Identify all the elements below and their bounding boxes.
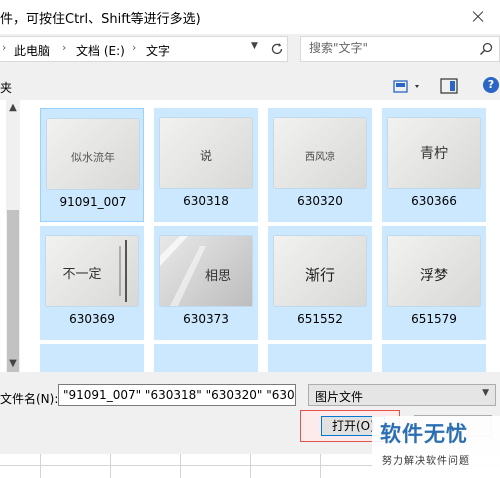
refresh-button[interactable] [267,39,287,59]
search-icon [479,42,493,56]
thumbnail-caption: 浮梦 [420,268,448,284]
new-folder-label[interactable]: 夹 [0,79,12,96]
file-item[interactable]: 不一定 630369 [40,226,144,340]
address-bar[interactable]: › 此电脑 › 文档 (E:) › 文字 ▼ [0,36,288,62]
file-item[interactable] [382,344,486,372]
image-thumbnail: 渐行 [274,236,366,306]
image-thumbnail: 似水流年 [47,119,139,189]
chevron-down-icon[interactable]: ▼ [251,41,258,51]
filename-field[interactable] [58,384,296,406]
scroll-up-icon[interactable]: ▲ [7,102,19,113]
breadcrumb-this-pc[interactable]: 此电脑 [14,42,50,59]
file-item[interactable]: 青柠 630366 [382,108,486,222]
file-name: 651552 [297,312,343,326]
dialog-title: 件，可按住Ctrl、Shift等进行多选) [0,12,201,27]
breadcrumb-documents[interactable]: 文档 (E:) [76,42,125,59]
navigation-scrollbar[interactable]: ▲ ▼ [6,100,20,404]
file-item[interactable] [154,344,258,372]
image-thumbnail: 相思 [160,236,252,306]
chevron-down-icon: ▼ [482,388,489,398]
filename-label: 文件名(N): [0,392,59,406]
scroll-down-icon[interactable]: ▼ [7,358,19,369]
breadcrumb-current-folder[interactable]: 文字 [146,42,170,59]
file-item[interactable]: 说 630318 [154,108,258,222]
file-name: 630318 [183,194,229,208]
image-thumbnail: 不一定 [46,236,138,306]
file-item[interactable]: 似水流年 91091_007 [40,108,144,222]
thumbnail-caption: 西风凉 [305,150,335,163]
view-icon [393,80,419,93]
file-name: 630320 [297,194,343,208]
search-box[interactable] [300,36,500,62]
file-type-select[interactable]: 图片文件 ▼ [308,384,496,406]
image-thumbnail: 西风凉 [274,118,366,188]
file-item[interactable] [268,344,372,372]
thumbnail-caption: 不一定 [62,267,101,282]
toolbar: 夹 ? [0,72,500,100]
thumbnail-caption: 相思 [205,269,231,284]
watermark-logo: 软件无忧 努力解决软件问题 [372,416,500,470]
file-name: 651579 [411,312,457,326]
preview-pane-icon [440,78,458,94]
title-bar: 件，可按住Ctrl、Shift等进行多选) [0,0,500,34]
breadcrumb-separator-icon: › [2,41,7,54]
close-button[interactable] [454,0,500,34]
breadcrumb-separator-icon: › [132,41,137,54]
watermark-title: 软件无忧 [380,422,468,446]
help-icon[interactable]: ? [483,77,499,93]
file-type-value: 图片文件 [315,390,364,404]
preview-pane-button[interactable] [440,78,458,94]
thumbnail-caption: 青柠 [420,146,448,162]
file-name: 630369 [69,312,115,326]
file-item[interactable]: 渐行 651552 [268,226,372,340]
file-item[interactable]: 浮梦 651579 [382,226,486,340]
thumbnail-caption: 说 [200,148,212,163]
image-thumbnail: 说 [160,118,252,188]
thumbnail-caption: 似水流年 [71,150,115,164]
file-item[interactable]: 相思 630373 [154,226,258,340]
image-thumbnail: 青柠 [388,118,480,188]
file-item[interactable]: 西风凉 630320 [268,108,372,222]
refresh-icon [271,43,283,55]
thumbnail-caption: 渐行 [305,266,335,284]
file-name: 630366 [411,194,457,208]
file-list[interactable]: 似水流年 91091_007 说 630318 西风凉 630320 青柠 63… [22,100,500,372]
change-view-button[interactable] [392,78,424,96]
file-item[interactable] [40,344,144,372]
watermark-subtitle: 努力解决软件问题 [382,456,470,467]
filename-input[interactable] [59,385,295,405]
file-name: 630373 [183,312,229,326]
search-input[interactable] [301,37,469,59]
image-thumbnail: 浮梦 [388,236,480,306]
file-name: 91091_007 [59,195,127,209]
breadcrumb-separator-icon: › [62,41,67,54]
